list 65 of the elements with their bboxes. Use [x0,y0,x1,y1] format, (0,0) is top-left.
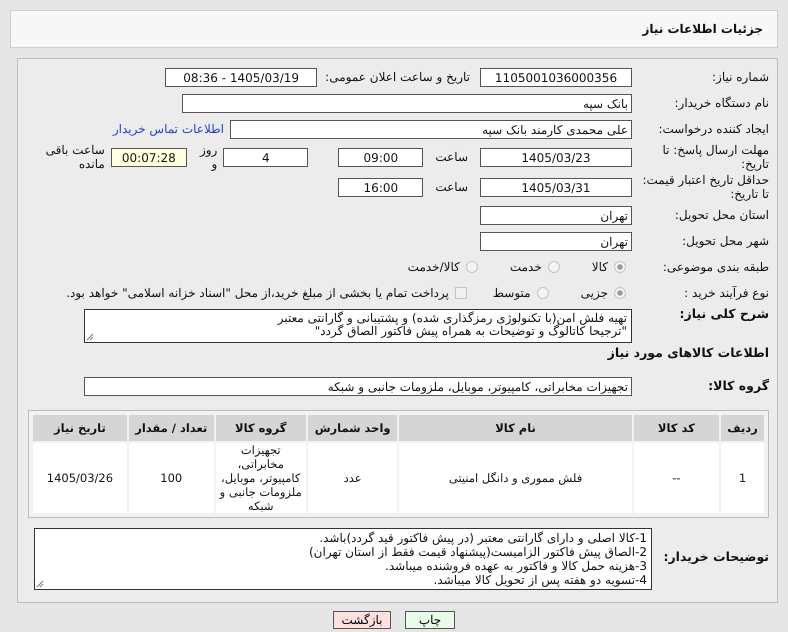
column-header: تاریخ نیاز [33,415,127,441]
validity-date-field: 1405/03/31 [480,178,632,196]
radio-button[interactable] [466,261,478,273]
field-label: شهر محل تحویل: [681,234,770,248]
resize-grip-icon [36,580,44,588]
field-label: توضیحات خریدار: [662,548,770,564]
table-cell: -- [634,443,720,513]
need-number-field: 1105001036000356 [480,68,632,86]
field-label: طبقه بندی موضوعی: [662,260,770,274]
days-field: 4 [223,148,308,166]
column-header: واحد شمارش [308,415,398,441]
field-label: شماره نیاز: [711,70,770,84]
column-header: نام کالا [399,415,632,441]
radio-button[interactable] [614,261,626,273]
checkbox[interactable] [454,287,467,299]
radio-button[interactable] [536,287,549,299]
field-label: گروه کالا: [707,379,770,393]
radio-button[interactable] [548,261,560,273]
announce-date-field: 1405/03/19 - 08:36 [165,68,318,86]
days-label: روز و [198,143,218,171]
column-header: تعداد / مقدار [128,415,214,441]
field-label: مهلت ارسال پاسخ: تا تاریخ: [661,143,770,171]
table-cell: عدد [308,443,398,513]
table-cell: فلش مموری و دانگل امنیتی [399,443,632,513]
deadline-time-field: 09:00 [338,148,424,166]
resize-grip-icon [86,333,94,341]
goods-group-field: تجهیزات مخابراتی، کامپیوتر، موبایل، ملزومات جانبی و شبکه [84,376,632,396]
field-label: شرح کلی نیاز: [678,307,770,321]
deadline-date-field: 1405/03/23 [480,148,632,166]
table-cell: تجهیزات مخابراتی، کامپیوتر، موبایل، ملزومات جانبی و شبکه [216,443,306,513]
time-label: ساعت [435,150,468,164]
validity-time-field: 16:00 [338,178,424,196]
field-label: حداقل تاریخ اعتبار قیمت: تا تاریخ: [641,173,770,201]
time-label: ساعت [435,180,468,194]
radio-label: جزیی [580,286,608,300]
remaining-label: ساعت باقی مانده [44,143,105,171]
buyer-notes-textarea[interactable]: 1-کالا اصلی و دارای گارانتی معتبر (در پیش فاکتور قید گردد)باشد. 2-الصاق پیش فاکتور الزامیست(پیشنهاد قیمت فقط از استان تهران) 3-هزینه حمل کالا و فاکتور به عهده فروشنده میباشد. 4-تسویه دو هفته پس از تحویل کالا میباشد. [34,528,652,590]
buyer-org-field: بانک سپه [182,94,632,112]
description-textarea[interactable]: تهیه فلش امن(با تکنولوژی رمزگذاری شده) و پشتیبانی و گارانتی معتبر "ترجیحا کاتالوگ و توضیحات به همراه پیش فاکتور الصاق گردد" [84,309,632,343]
field-label: نام دستگاه خریدار: [674,96,770,110]
print-button[interactable]: چاپ [405,611,455,629]
section-title: اطلاعات کالاهای مورد نیاز [606,345,770,360]
radio-label: کالا/خدمت [408,260,460,274]
field-label: ایجاد کننده درخواست: [657,122,770,136]
back-button[interactable]: بازگشت [333,611,391,629]
table-cell: 1405/03/26 [33,443,127,513]
remaining-time-field: 00:07:28 [110,148,187,166]
checkbox-label: پرداخت تمام یا بخشی از مبلغ خرید،از محل "اسناد خزانه اسلامی" خواهد بود. [66,286,449,300]
requester-field: علی محمدی کارمند بانک سپه [230,120,632,138]
column-header: گروه کالا [216,415,306,441]
column-header: کد کالا [634,415,720,441]
province-field: تهران [480,206,632,224]
field-label: استان محل تحویل: [674,208,770,222]
city-field: تهران [480,232,632,250]
radio-button[interactable] [614,287,626,299]
radio-label: خدمت [510,260,542,274]
contact-info-link[interactable]: اطلاعات تماس خریدار [112,122,224,136]
page-title: جزئیات اطلاعات نیاز [642,22,763,36]
table-cell: 1 [721,443,764,513]
radio-label: کالا [592,260,608,274]
table-cell: 100 [128,443,214,513]
column-header: ردیف [721,415,764,441]
field-label: تاریخ و ساعت اعلان عمومی: [325,70,470,84]
field-label: نوع فرآیند خرید : [683,286,770,300]
radio-label: متوسط [492,286,531,300]
